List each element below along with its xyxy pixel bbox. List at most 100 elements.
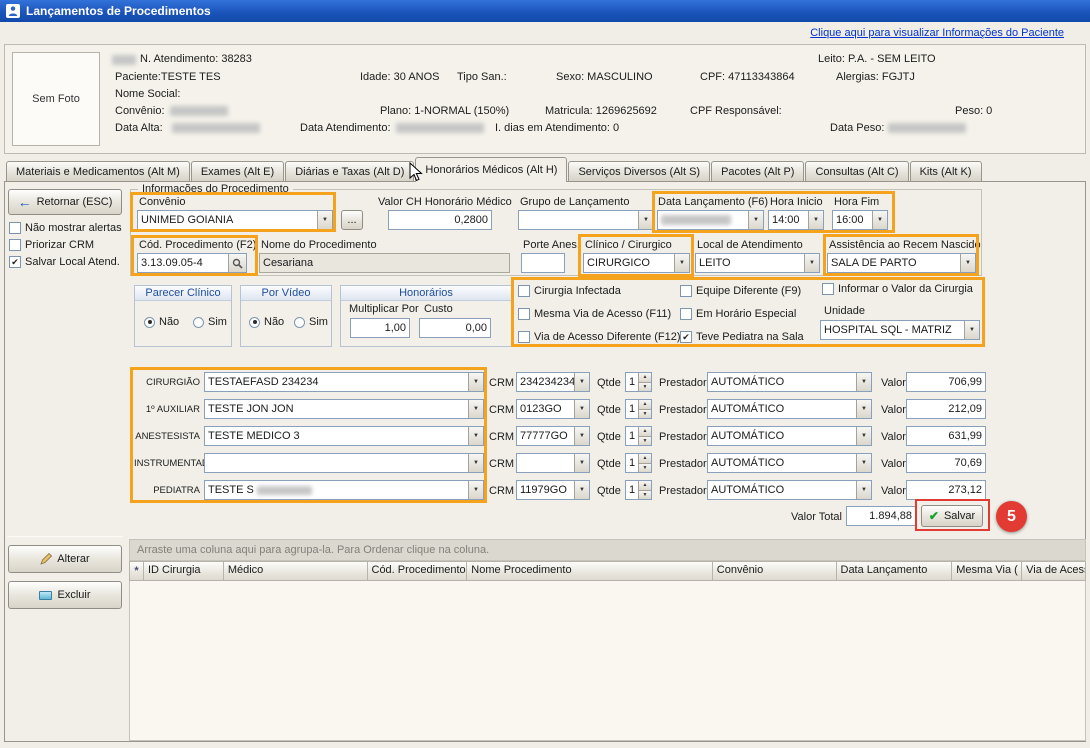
chevron-down-icon[interactable]: ▼ (468, 373, 483, 391)
anestesista-combo[interactable]: TESTE MEDICO 3 ▼ (204, 426, 484, 446)
alterar-button[interactable]: Alterar (8, 545, 122, 573)
chevron-down-icon[interactable]: ▼ (872, 211, 887, 229)
instrumentador-crm-combo[interactable]: ▼ (516, 453, 590, 473)
salvar-button[interactable]: ✔ Salvar (921, 505, 983, 527)
spin-up-icon[interactable]: ▲ (639, 454, 651, 463)
tab-diarias-taxas[interactable]: Diárias e Taxas (Alt D) (285, 161, 414, 182)
chevron-down-icon[interactable]: ▼ (468, 481, 483, 499)
chevron-down-icon[interactable]: ▼ (638, 211, 653, 229)
informar-valor-cirurgia-checkbox[interactable]: Informar o Valor da Cirurgia (822, 283, 973, 295)
excluir-button[interactable]: Excluir (8, 581, 122, 609)
parecer-nao-radio[interactable]: Não (144, 316, 179, 328)
chevron-down-icon[interactable]: ▼ (574, 427, 589, 445)
cirurgiao-crm-combo[interactable]: 234234234( ▼ (516, 372, 590, 392)
video-nao-radio[interactable]: Não (249, 316, 284, 328)
chevron-down-icon[interactable]: ▼ (674, 254, 689, 272)
tab-materiais-medicamentos[interactable]: Materiais e Medicamentos (Alt M) (6, 161, 190, 182)
via-acesso-diferente-checkbox[interactable]: Via de Acesso Diferente (F12) (518, 331, 681, 343)
anestesista-valor-field[interactable]: 631,99 (906, 426, 986, 446)
instrumentador-prestador-combo[interactable]: AUTOMÁTICO ▼ (707, 453, 872, 473)
spin-down-icon[interactable]: ▼ (639, 436, 651, 446)
grid-col-via-de-acesso[interactable]: Via de Acesso (1022, 562, 1085, 580)
cirurgiao-valor-field[interactable]: 706,99 (906, 372, 986, 392)
spinner-arrows[interactable]: ▲▼ (638, 400, 651, 418)
parecer-sim-radio[interactable]: Sim (193, 316, 227, 328)
chevron-down-icon[interactable]: ▼ (468, 454, 483, 472)
retornar-button[interactable]: ← Retornar (ESC) (8, 189, 122, 215)
tab-consultas[interactable]: Consultas (Alt C) (805, 161, 908, 182)
auxiliar-prestador-combo[interactable]: AUTOMÁTICO ▼ (707, 399, 872, 419)
auxiliar-crm-combo[interactable]: 0123GO ▼ (516, 399, 590, 419)
convenio-combo[interactable]: UNIMED GOIANIA ▼ (137, 210, 333, 230)
pediatra-combo[interactable]: TESTE S ▼ (204, 480, 484, 500)
pediatra-prestador-combo[interactable]: AUTOMÁTICO ▼ (707, 480, 872, 500)
chevron-down-icon[interactable]: ▼ (804, 254, 819, 272)
spin-up-icon[interactable]: ▲ (639, 373, 651, 382)
patient-info-link[interactable]: Clique aqui para visualizar Informações … (810, 27, 1064, 39)
auxiliar-valor-field[interactable]: 212,09 (906, 399, 986, 419)
grid-col-data-lancamento[interactable]: Data Lançamento (837, 562, 953, 580)
grid-col-nome-procedimento[interactable]: Nome Procedimento (467, 562, 712, 580)
grid-col-mesma-via[interactable]: Mesma Via ( (952, 562, 1022, 580)
cirurgiao-prestador-combo[interactable]: AUTOMÁTICO ▼ (707, 372, 872, 392)
pediatra-valor-field[interactable]: 273,12 (906, 480, 986, 500)
spinner-arrows[interactable]: ▲▼ (638, 427, 651, 445)
cod-procedimento-field[interactable]: 3.13.09.05-4 (137, 253, 247, 273)
chevron-down-icon[interactable]: ▼ (856, 400, 871, 418)
spin-up-icon[interactable]: ▲ (639, 427, 651, 436)
spin-down-icon[interactable]: ▼ (639, 382, 651, 392)
tab-servicos-diversos[interactable]: Serviços Diversos (Alt S) (568, 161, 710, 182)
tab-exames[interactable]: Exames (Alt E) (191, 161, 284, 182)
convenio-lookup-button[interactable]: ... (341, 210, 363, 230)
chevron-down-icon[interactable]: ▼ (317, 211, 332, 229)
spin-up-icon[interactable]: ▲ (639, 481, 651, 490)
salvar-local-atend-checkbox[interactable]: ✔ Salvar Local Atend. (9, 256, 120, 268)
grid-col-convenio[interactable]: Convênio (713, 562, 837, 580)
custo-field[interactable]: 0,00 (419, 318, 491, 338)
chevron-down-icon[interactable]: ▼ (468, 427, 483, 445)
anestesista-prestador-combo[interactable]: AUTOMÁTICO ▼ (707, 426, 872, 446)
tab-honorarios-medicos[interactable]: Honorários Médicos (Alt H) (415, 157, 567, 182)
spin-down-icon[interactable]: ▼ (639, 409, 651, 419)
cirurgiao-combo[interactable]: TESTAEFASD 234234 ▼ (204, 372, 484, 392)
chevron-down-icon[interactable]: ▼ (964, 321, 979, 339)
video-sim-radio[interactable]: Sim (294, 316, 328, 328)
auxiliar-qtde-stepper[interactable]: 1 ▲▼ (625, 399, 652, 419)
auxiliar-combo[interactable]: TESTE JON JON ▼ (204, 399, 484, 419)
instrumentador-qtde-stepper[interactable]: 1 ▲▼ (625, 453, 652, 473)
cirurgia-infectada-checkbox[interactable]: Cirurgia Infectada (518, 285, 621, 297)
valor-ch-field[interactable]: 0,2800 (388, 210, 492, 230)
chevron-down-icon[interactable]: ▼ (574, 400, 589, 418)
tab-kits[interactable]: Kits (Alt K) (910, 161, 982, 182)
instrumentador-combo[interactable]: ▼ (204, 453, 484, 473)
grid-col-cod-procedimento[interactable]: Cód. Procedimento (368, 562, 468, 580)
chevron-down-icon[interactable]: ▼ (468, 400, 483, 418)
anestesista-crm-combo[interactable]: 77777GO ▼ (516, 426, 590, 446)
grid-groupby-bar[interactable]: Arraste uma coluna aqui para agrupa-la. … (129, 539, 1086, 561)
grid-col-medico[interactable]: Médico (224, 562, 368, 580)
clinico-cirurgico-combo[interactable]: CIRURGICO ▼ (583, 253, 690, 273)
em-horario-especial-checkbox[interactable]: Em Horário Especial (680, 308, 796, 320)
local-atendimento-combo[interactable]: LEITO ▼ (695, 253, 820, 273)
grupo-lancamento-combo[interactable]: ▼ (518, 210, 654, 230)
spinner-arrows[interactable]: ▲▼ (638, 373, 651, 391)
unidade-combo[interactable]: HOSPITAL SQL - MATRIZ ▼ (820, 320, 980, 340)
chevron-down-icon[interactable]: ▼ (856, 373, 871, 391)
hora-inicio-field[interactable]: 14:00 ▼ (768, 210, 824, 230)
porte-anes-field[interactable] (521, 253, 565, 273)
chevron-down-icon[interactable]: ▼ (960, 254, 975, 272)
chevron-down-icon[interactable]: ▼ (574, 481, 589, 499)
mesma-via-acesso-checkbox[interactable]: Mesma Via de Acesso (F11) (518, 308, 671, 320)
anestesista-qtde-stepper[interactable]: 1 ▲▼ (625, 426, 652, 446)
grid-col-id-cirurgia[interactable]: ID Cirurgia (144, 562, 224, 580)
hora-fim-field[interactable]: 16:00 ▼ (832, 210, 888, 230)
teve-pediatra-checkbox[interactable]: ✔ Teve Pediatra na Sala (680, 331, 804, 343)
equipe-diferente-checkbox[interactable]: Equipe Diferente (F9) (680, 285, 801, 297)
nao-mostrar-alertas-checkbox[interactable]: Não mostrar alertas (9, 222, 122, 234)
assistencia-combo[interactable]: SALA DE PARTO ▼ (827, 253, 976, 273)
chevron-down-icon[interactable]: ▼ (856, 454, 871, 472)
chevron-down-icon[interactable]: ▼ (856, 481, 871, 499)
cirurgiao-qtde-stepper[interactable]: 1 ▲▼ (625, 372, 652, 392)
chevron-down-icon[interactable]: ▼ (574, 454, 589, 472)
spinner-arrows[interactable]: ▲▼ (638, 481, 651, 499)
